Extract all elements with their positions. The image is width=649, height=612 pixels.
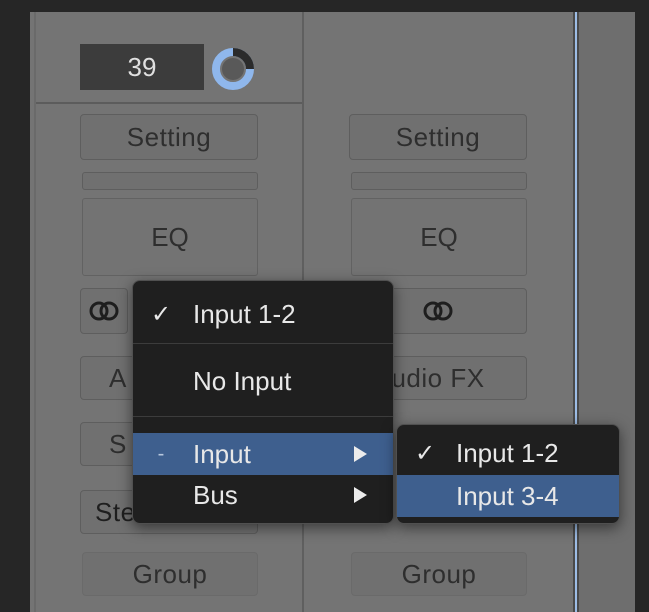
- group-slot[interactable]: Group: [351, 552, 527, 596]
- menu-separator: [133, 416, 393, 417]
- volume-value-field[interactable]: 39: [80, 44, 204, 90]
- menu-item-no-input[interactable]: No Input: [133, 353, 393, 409]
- gain-reduction-slot: [351, 172, 527, 190]
- input-submenu: ✓ Input 1-2 Input 3-4: [396, 424, 620, 524]
- eq-display[interactable]: EQ: [351, 198, 527, 276]
- input-menu: ✓ Input 1-2 No Input - Input Bus: [132, 280, 394, 524]
- stereo-link-button[interactable]: [80, 288, 128, 334]
- pan-knob-icon[interactable]: [208, 44, 258, 94]
- gain-reduction-slot: [82, 172, 258, 190]
- menu-item-label: No Input: [193, 365, 292, 396]
- menu-item-label: Input 1-2: [456, 437, 559, 468]
- setting-button[interactable]: Setting: [349, 114, 527, 160]
- strip-header-separator: [36, 102, 302, 104]
- menu-item-label: Input: [193, 438, 251, 469]
- submenu-item-input-3-4[interactable]: Input 3-4: [397, 475, 619, 517]
- menu-item-label: Bus: [193, 479, 238, 510]
- submenu-arrow-icon: [354, 446, 367, 462]
- stereo-link-icon: [423, 301, 453, 321]
- group-slot[interactable]: Group: [82, 552, 258, 596]
- eq-display[interactable]: EQ: [82, 198, 258, 276]
- checkmark-icon: ✓: [414, 439, 436, 467]
- menu-item-label: Input 1-2: [193, 298, 296, 329]
- stereo-link-icon: [89, 301, 119, 321]
- menu-item-label: Input 3-4: [456, 480, 559, 511]
- mixed-state-icon: -: [157, 442, 165, 465]
- menu-item-input[interactable]: - Input: [133, 433, 393, 475]
- checkmark-icon: ✓: [150, 300, 172, 328]
- menu-item-input-1-2[interactable]: ✓ Input 1-2: [133, 287, 393, 341]
- setting-button[interactable]: Setting: [80, 114, 258, 160]
- submenu-arrow-icon: [354, 487, 367, 503]
- menu-item-bus[interactable]: Bus: [133, 477, 393, 513]
- submenu-item-input-1-2[interactable]: ✓ Input 1-2: [397, 433, 619, 473]
- menu-separator: [133, 343, 393, 344]
